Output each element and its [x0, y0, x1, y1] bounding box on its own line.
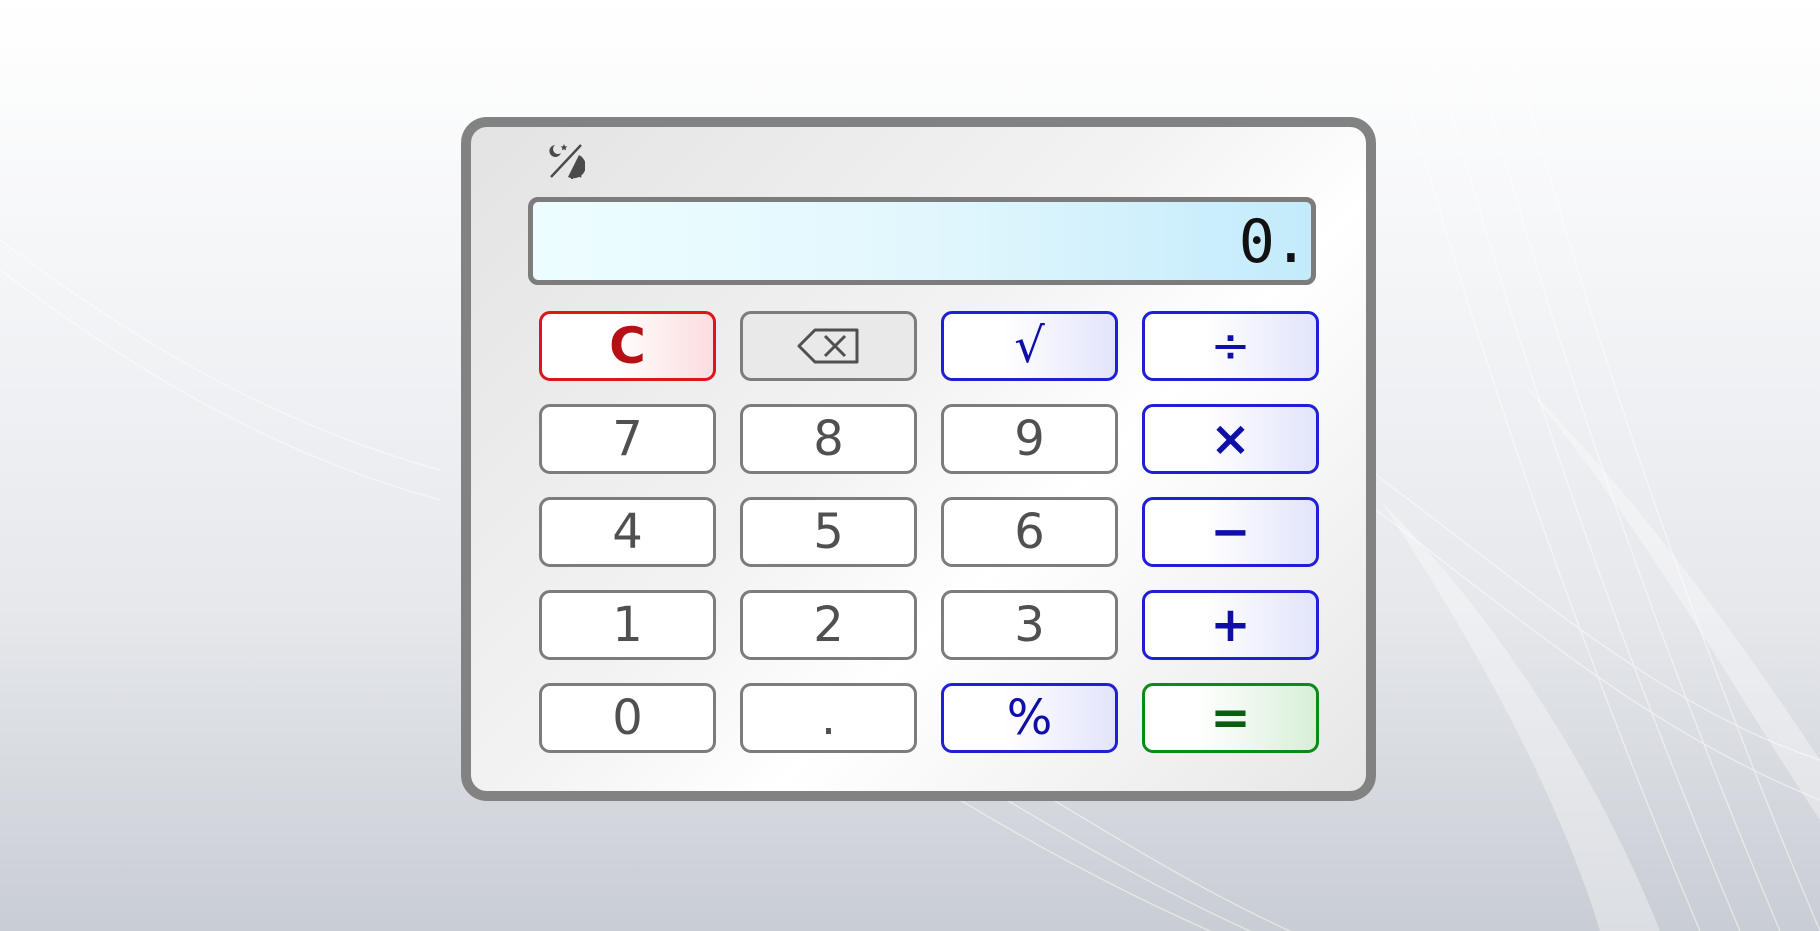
multiply-button[interactable]: × [1142, 404, 1319, 474]
clear-button[interactable]: C [539, 311, 716, 381]
digit-9-button[interactable]: 9 [941, 404, 1118, 474]
percent-button[interactable]: % [941, 683, 1118, 753]
result-display: 0. [528, 197, 1316, 285]
divide-button[interactable]: ÷ [1142, 311, 1319, 381]
display-value: 0. [1238, 207, 1309, 277]
decimal-button[interactable]: . [740, 683, 917, 753]
subtract-button[interactable]: − [1142, 497, 1319, 567]
digit-8-button[interactable]: 8 [740, 404, 917, 474]
sqrt-button[interactable]: √ [941, 311, 1118, 381]
digit-3-button[interactable]: 3 [941, 590, 1118, 660]
digit-6-button[interactable]: 6 [941, 497, 1118, 567]
digit-1-button[interactable]: 1 [539, 590, 716, 660]
digit-0-button[interactable]: 0 [539, 683, 716, 753]
backspace-button[interactable] [740, 311, 917, 381]
equals-button[interactable]: = [1142, 683, 1319, 753]
backspace-icon [797, 328, 858, 364]
digit-5-button[interactable]: 5 [740, 497, 917, 567]
digit-4-button[interactable]: 4 [539, 497, 716, 567]
digit-7-button[interactable]: 7 [539, 404, 716, 474]
digit-2-button[interactable]: 2 [740, 590, 917, 660]
day-night-toggle-icon[interactable] [545, 141, 586, 181]
calculator-panel: 0. C √ ÷ 7 8 9 × 4 5 6 − 1 2 3 + 0 . % = [461, 117, 1376, 801]
add-button[interactable]: + [1142, 590, 1319, 660]
